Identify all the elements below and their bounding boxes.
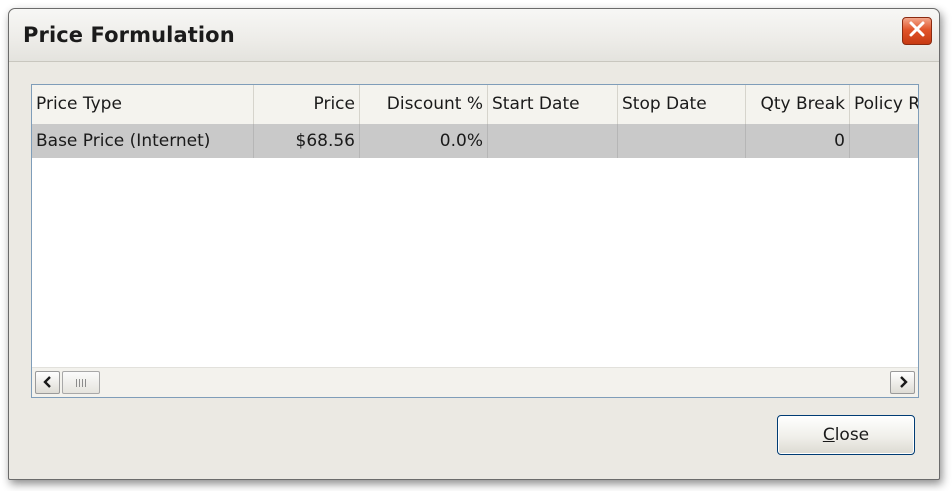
title-close-button[interactable] xyxy=(902,17,932,45)
chevron-left-icon xyxy=(42,373,53,392)
column-header-stop-date[interactable]: Stop Date xyxy=(618,85,746,124)
column-header-price[interactable]: Price xyxy=(254,85,360,124)
horizontal-scrollbar[interactable] xyxy=(32,367,918,397)
column-header-price-type[interactable]: Price Type xyxy=(32,85,254,124)
column-header-start-date[interactable]: Start Date xyxy=(488,85,618,124)
close-button[interactable]: Close xyxy=(777,415,915,455)
title-bar[interactable]: Price Formulation xyxy=(9,9,939,62)
close-button-label: lose xyxy=(834,425,870,445)
grip-icon xyxy=(76,378,86,387)
column-header-qty-break[interactable]: Qty Break xyxy=(746,85,850,124)
cell-start-date xyxy=(488,124,618,158)
column-header-policy[interactable]: Policy R xyxy=(850,85,918,124)
cell-price: $68.56 xyxy=(254,124,360,158)
cell-qty-break: 0 xyxy=(746,124,850,158)
grid-header: Price Type Price Discount % Start Date S… xyxy=(32,85,918,124)
price-formulation-dialog: Price Formulation Price Type Price Disco… xyxy=(8,8,940,480)
scroll-left-button[interactable] xyxy=(35,371,60,394)
scrollbar-thumb[interactable] xyxy=(62,371,100,394)
cell-policy xyxy=(850,124,918,158)
close-icon xyxy=(908,20,926,42)
cell-discount: 0.0% xyxy=(360,124,488,158)
price-grid[interactable]: Price Type Price Discount % Start Date S… xyxy=(31,84,919,398)
chevron-right-icon xyxy=(898,373,908,392)
table-row[interactable]: Base Price (Internet) $68.56 0.0% 0 xyxy=(32,124,918,158)
cell-price-type: Base Price (Internet) xyxy=(32,124,254,158)
close-button-mnemonic: C xyxy=(822,425,835,445)
cell-stop-date xyxy=(618,124,746,158)
column-header-discount[interactable]: Discount % xyxy=(360,85,488,124)
scroll-right-button[interactable] xyxy=(890,371,915,394)
window-title: Price Formulation xyxy=(23,23,235,47)
